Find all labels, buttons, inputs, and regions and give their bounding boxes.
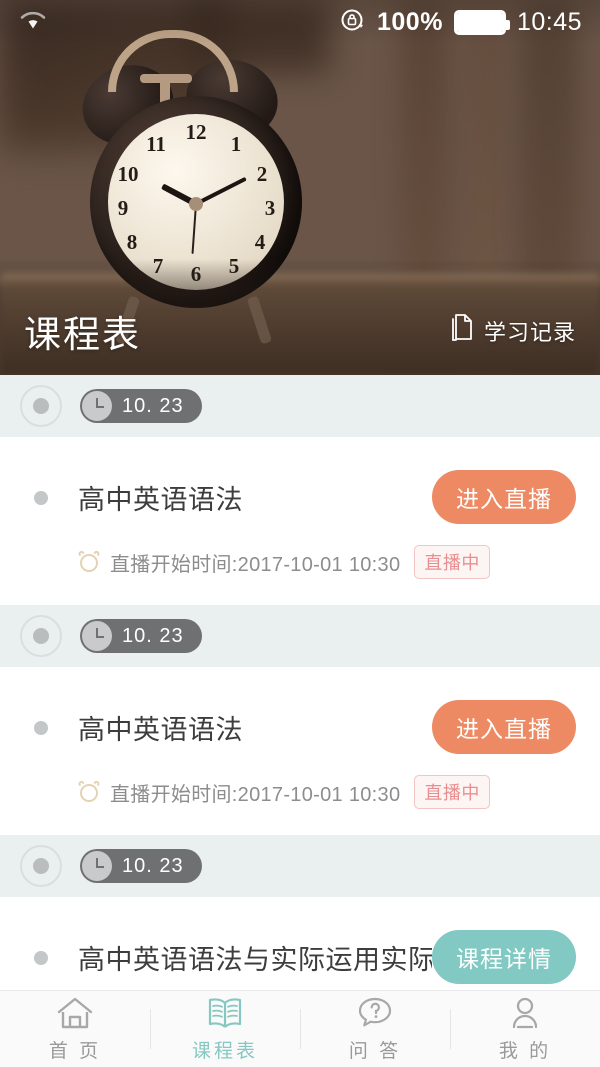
battery-full-icon xyxy=(453,9,510,35)
enter-live-button[interactable]: 进入直播 xyxy=(432,470,576,524)
timeline-course-dot xyxy=(34,491,48,505)
course-card[interactable]: 高中英语语法 进入直播 直播开始时间:2017-10-01 10:30 直播中 xyxy=(0,437,600,605)
timeline-date-row: 10. 23 xyxy=(0,835,600,897)
app-screen: 12 1 2 3 4 5 6 7 8 9 10 11 xyxy=(0,0,600,1067)
course-card[interactable]: 高中英语语法 进入直播 直播开始时间:2017-10-01 10:30 直播中 xyxy=(0,667,600,835)
timeline-course-dot xyxy=(34,721,48,735)
status-bar: 100% 10:45 xyxy=(0,0,600,44)
question-bubble-icon xyxy=(356,996,394,1030)
battery-percent: 100% xyxy=(376,7,443,36)
date-label: 10. 23 xyxy=(122,394,184,417)
course-title: 高中英语语法 xyxy=(78,484,243,515)
course-time-text: 直播开始时间:2017-10-01 10:30 xyxy=(110,553,401,576)
tab-profile-label: 我 的 xyxy=(498,1040,552,1062)
timeline-date-marker xyxy=(20,385,62,427)
book-icon xyxy=(206,996,244,1030)
study-records-label: 学习记录 xyxy=(483,320,576,345)
rotation-lock-icon xyxy=(340,7,366,38)
clock-icon xyxy=(82,621,112,651)
wifi-icon xyxy=(18,8,48,37)
course-detail-button[interactable]: 课程详情 xyxy=(432,930,576,984)
study-records-button[interactable]: 学习记录 xyxy=(448,313,576,349)
course-title: 高中英语语法与实际运用实际… xyxy=(78,944,432,975)
date-badge: 10. 23 xyxy=(80,619,202,653)
date-label: 10. 23 xyxy=(122,854,184,877)
tab-home-label: 首 页 xyxy=(48,1040,102,1062)
status-time: 10:45 xyxy=(516,7,582,36)
alarm-clock-icon xyxy=(77,549,101,573)
alarm-clock-icon xyxy=(77,779,101,803)
timeline-date-marker xyxy=(20,845,62,887)
clock-icon xyxy=(82,851,112,881)
status-badge: 直播中 xyxy=(414,775,490,809)
header-row: 课程表 学习记录 xyxy=(0,287,600,375)
date-label: 10. 23 xyxy=(122,624,184,647)
tab-home[interactable]: 首 页 xyxy=(0,991,150,1067)
timeline-date-row: 10. 23 xyxy=(0,605,600,667)
tab-schedule-label: 课程表 xyxy=(191,1040,258,1062)
page-title: 课程表 xyxy=(24,314,141,355)
document-icon xyxy=(448,313,474,349)
timeline-date-row: 10. 23 xyxy=(0,375,600,437)
person-icon xyxy=(506,996,544,1030)
clock-icon xyxy=(82,391,112,421)
tab-qa-label: 问 答 xyxy=(348,1040,402,1062)
tab-qa[interactable]: 问 答 xyxy=(300,991,450,1067)
home-icon xyxy=(56,996,94,1030)
course-card[interactable]: 高中英语语法与实际运用实际… 课程详情 直播开始时间:2017-10-01 10… xyxy=(0,897,600,990)
status-badge: 直播中 xyxy=(414,545,490,579)
tab-schedule[interactable]: 课程表 xyxy=(150,991,300,1067)
date-badge: 10. 23 xyxy=(80,849,202,883)
course-timeline-list[interactable]: 10. 23 高中英语语法 进入直播 直播开始时间:2017-10-01 10:… xyxy=(0,375,600,990)
course-title: 高中英语语法 xyxy=(78,714,243,745)
course-time-text: 直播开始时间:2017-10-01 10:30 xyxy=(110,783,401,806)
enter-live-button[interactable]: 进入直播 xyxy=(432,700,576,754)
timeline-date-marker xyxy=(20,615,62,657)
bottom-tab-bar: 首 页 课程表 问 答 我 的 xyxy=(0,990,600,1067)
date-badge: 10. 23 xyxy=(80,389,202,423)
hero-banner: 12 1 2 3 4 5 6 7 8 9 10 11 xyxy=(0,0,600,375)
timeline-course-dot xyxy=(34,951,48,965)
tab-profile[interactable]: 我 的 xyxy=(450,991,600,1067)
